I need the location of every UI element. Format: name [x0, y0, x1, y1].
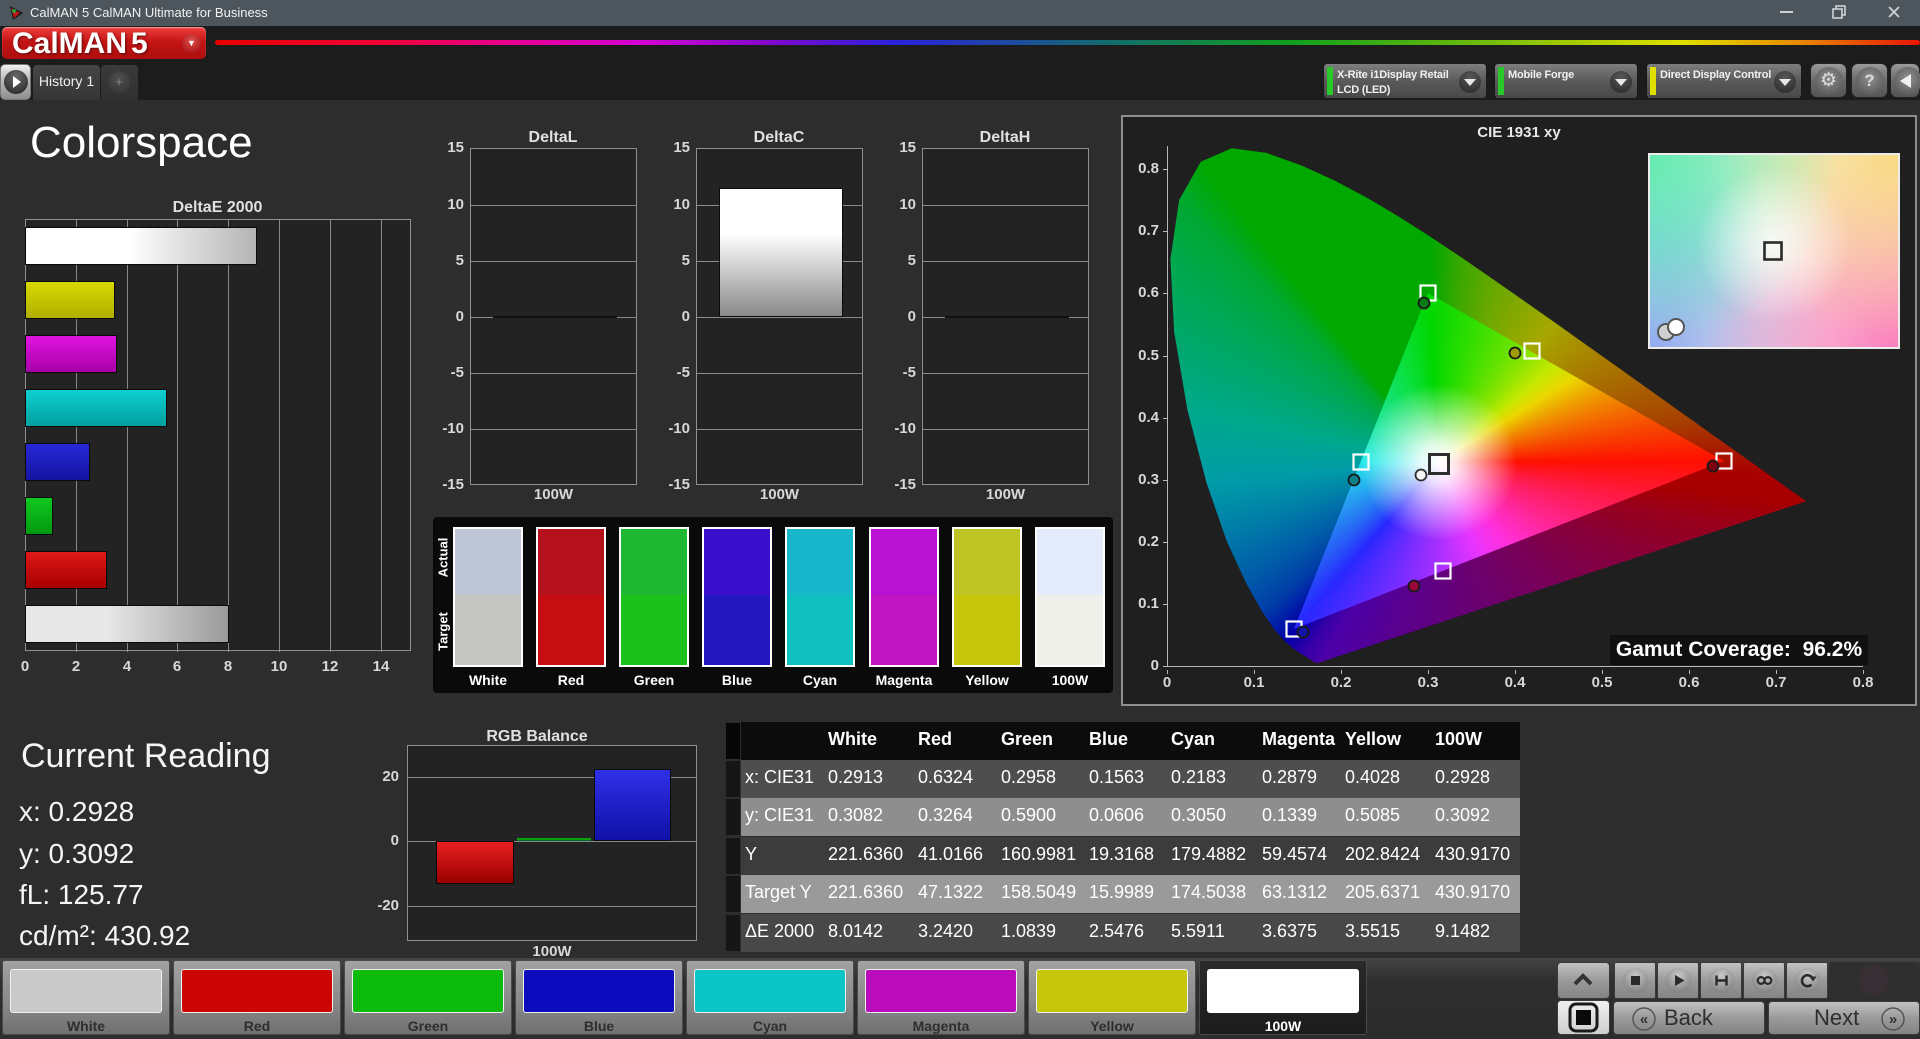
svg-text:»: » — [1889, 1011, 1897, 1028]
svg-text:«: « — [1640, 1011, 1648, 1028]
